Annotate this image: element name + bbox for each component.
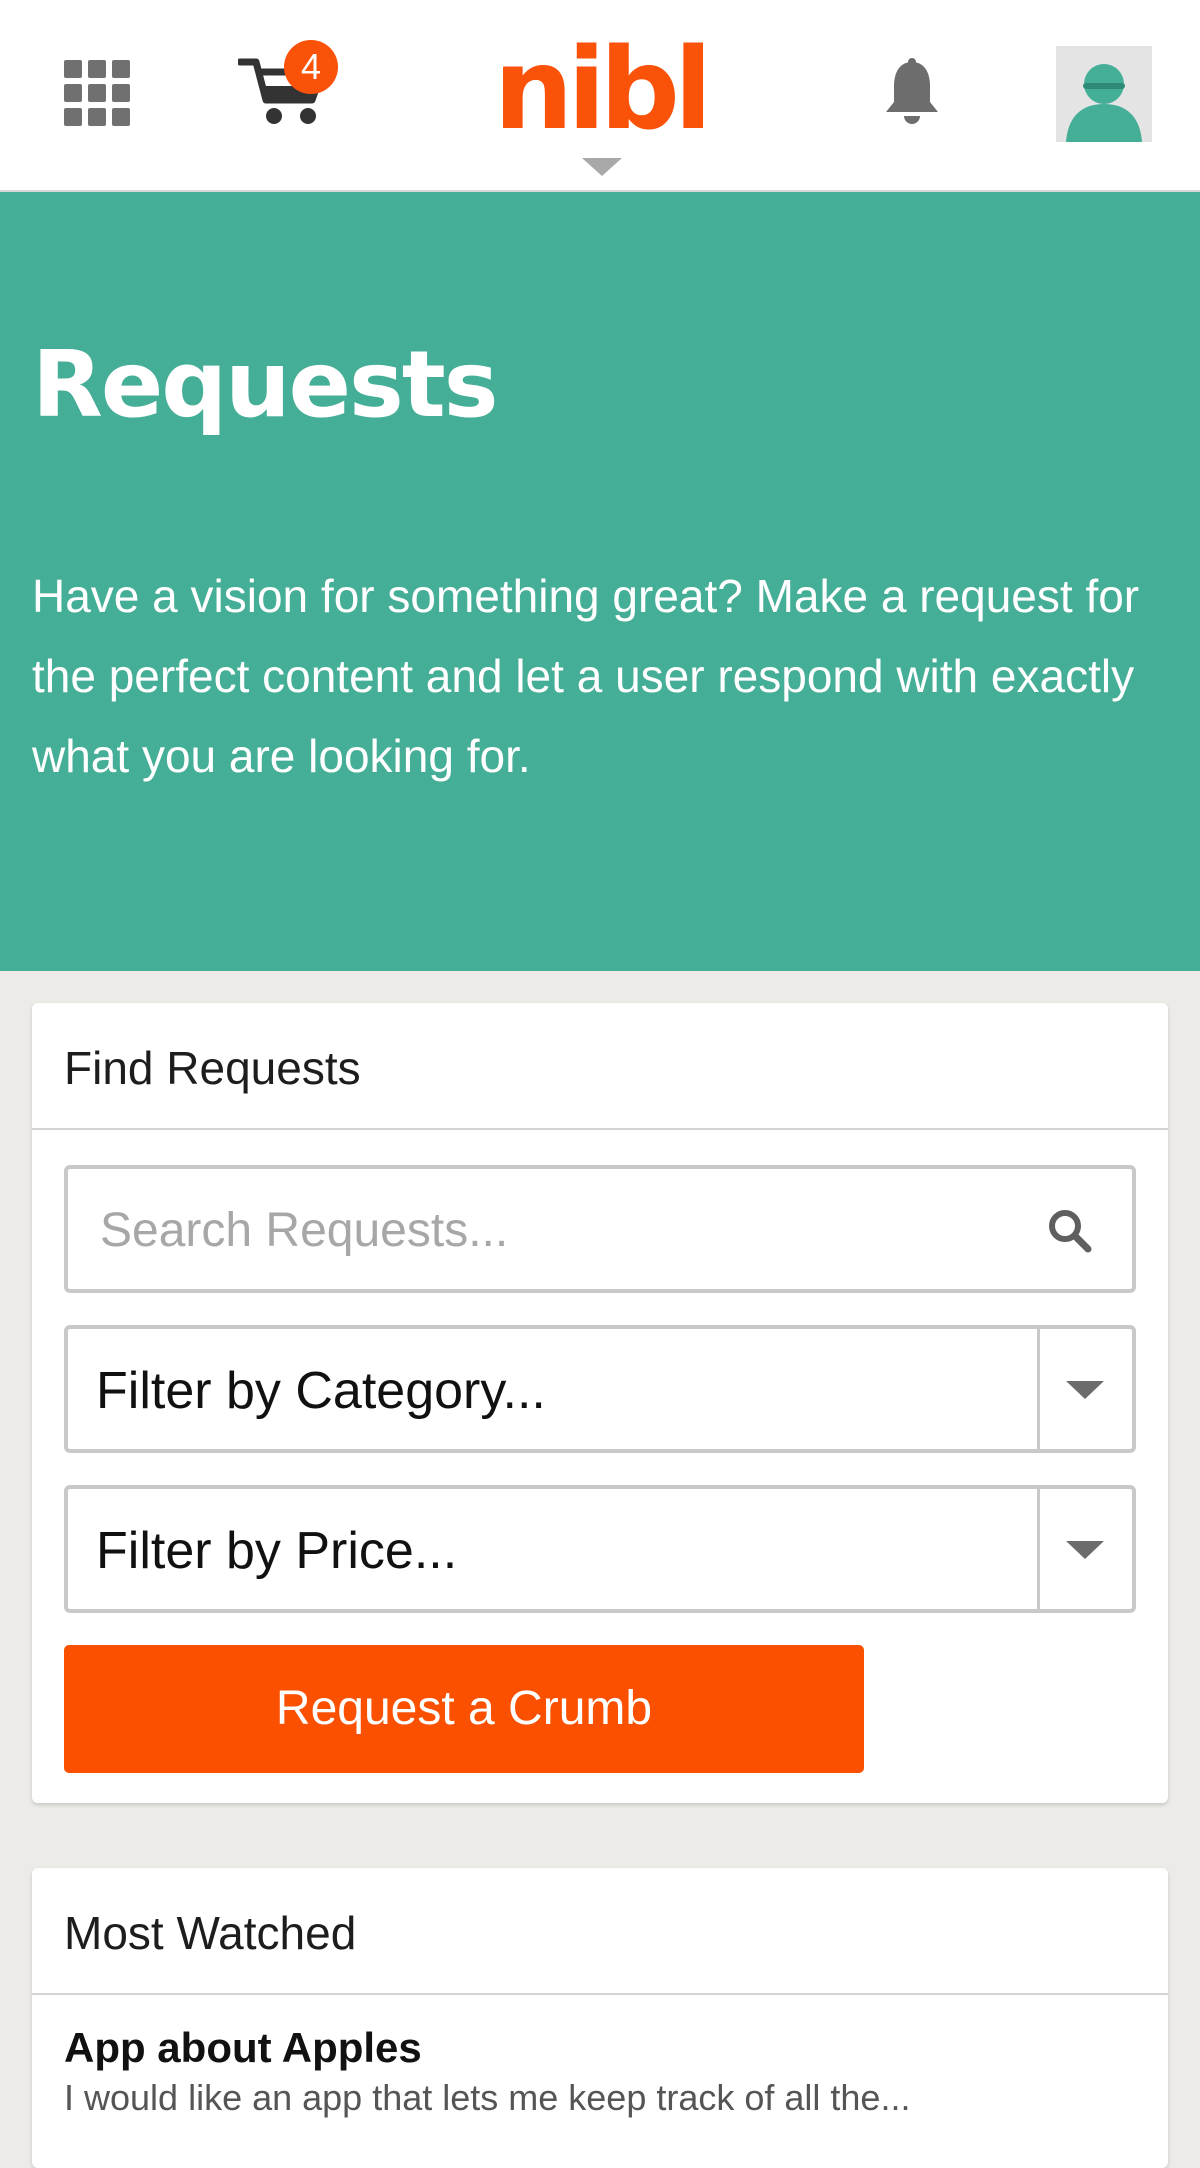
card-header: Find Requests [32,1003,1168,1130]
top-navigation-bar: 4 nibl [0,0,1200,192]
hero-description: Have a vision for something great? Make … [32,570,1140,782]
category-filter-select[interactable]: Filter by Category... [64,1325,1136,1453]
chevron-down-icon [1066,1381,1104,1399]
request-description: I would like an app that lets me keep tr… [64,2077,911,2118]
user-avatar-icon [1066,64,1142,142]
category-dropdown-toggle[interactable] [1037,1329,1132,1449]
bell-icon[interactable] [880,58,944,130]
card-header: Most Watched [32,1868,1168,1995]
hero-banner: Requests Have a vision for something gre… [0,192,1200,971]
most-watched-card: Most Watched App about Apples I would li… [32,1868,1168,2168]
find-requests-title: Find Requests [64,1042,361,1094]
chevron-down-icon [1066,1541,1104,1559]
page-title: Requests [32,331,498,438]
category-filter-value: Filter by Category... [96,1362,546,1420]
search-input[interactable] [98,1169,1002,1291]
most-watched-title: Most Watched [64,1907,357,1959]
price-filter-select[interactable]: Filter by Price... [64,1485,1136,1613]
apps-grid-icon[interactable] [64,60,130,126]
search-requests-field[interactable] [64,1165,1136,1293]
find-requests-card: Find Requests Filter by Category... Filt… [32,1003,1168,1803]
cart-count-badge: 4 [284,40,338,94]
price-dropdown-toggle[interactable] [1037,1489,1132,1609]
request-a-crumb-button[interactable]: Request a Crumb [64,1645,864,1773]
nibl-logo[interactable]: nibl [490,30,713,150]
search-icon[interactable] [1046,1207,1094,1255]
logo-dropdown-caret-icon[interactable] [582,158,622,176]
list-item[interactable]: App about Apples I would like an app tha… [64,2022,1134,2122]
price-filter-value: Filter by Price... [96,1522,458,1580]
request-title[interactable]: App about Apples [64,2022,1134,2074]
user-avatar[interactable] [1056,46,1152,142]
